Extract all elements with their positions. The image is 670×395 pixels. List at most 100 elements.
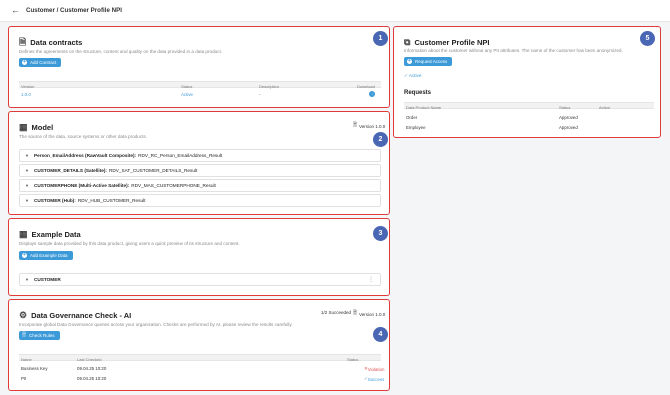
request-access-button[interactable]: + Request Access	[404, 57, 453, 66]
succeeded-label: 1/2 Succeeded	[321, 310, 352, 315]
rule-name: PII	[21, 375, 27, 381]
more-options-icon[interactable]: ⋮	[368, 276, 374, 283]
npi-card: 5 ⧉ Customer Profile NPI Information abo…	[393, 26, 661, 138]
contract-description: -	[259, 91, 261, 97]
grid-icon: ▦	[19, 229, 28, 239]
request-status: Approved	[559, 114, 578, 120]
check-rules-label: Check Rules	[29, 333, 55, 338]
governance-version: 🗎 Version 1.0.0	[353, 310, 385, 318]
model-item-value: RDV_SAT_CUSTOMER_DETAILS_Result	[108, 168, 198, 173]
export-icon: ⧉	[404, 37, 411, 47]
data-contracts-card: 1 🗎 Data contracts Defines the agreement…	[8, 26, 390, 108]
chevron-down-icon: ▼	[25, 183, 29, 188]
rule-last-checked: 09.04.25 10:20	[77, 365, 107, 371]
column-header-action: Action	[599, 104, 611, 110]
column-header-download: Download	[357, 83, 375, 89]
model-item-value: RDV_MAS_CUSTOMERPHONE_Result	[131, 183, 216, 188]
section-number-badge: 5	[640, 31, 655, 46]
back-arrow-icon[interactable]: ←	[11, 6, 20, 15]
add-example-data-label: Add Example Data	[30, 253, 68, 258]
example-data-title: ▦ Example Data	[19, 229, 81, 240]
chevron-down-icon: ▼	[25, 153, 29, 158]
top-bar: ← Customer / Customer Profile NPI	[0, 0, 670, 22]
table-row[interactable]: 1.0.0 Active - ↓	[19, 90, 381, 99]
chevron-down-icon: ▼	[25, 198, 29, 203]
model-item-value: RDV_HUB_CUSTOMER_Result	[77, 198, 146, 203]
governance-title: ⚙ Data Governance Check - AI	[19, 310, 132, 321]
add-example-data-button[interactable]: + Add Example Data	[19, 251, 73, 260]
request-name: Employee	[406, 124, 426, 130]
breadcrumb: Customer / Customer Profile NPI	[26, 7, 122, 14]
document-icon: 🗎	[19, 37, 27, 47]
column-header-status: Status	[347, 356, 359, 362]
table-row[interactable]: Order Approved	[404, 113, 654, 122]
model-title: ▦ Model	[19, 122, 54, 133]
chevron-down-icon: ▼	[25, 168, 29, 173]
data-contracts-heading: Data contracts	[30, 38, 83, 47]
version-icon: 🗎	[353, 310, 358, 316]
model-item[interactable]: ▼ CUSTOMER_DETAILS (Satellite): RDV_SAT_…	[19, 164, 381, 177]
section-number-badge: 2	[373, 132, 388, 147]
governance-description: Incorporate global Data Governance queri…	[19, 322, 293, 327]
example-data-heading: Example Data	[31, 230, 81, 239]
column-header-data-product-name: Data Product Name	[406, 104, 442, 110]
model-item-name: CUSTOMER (Hub):	[33, 198, 76, 203]
check-rules-icon: 🗎	[22, 331, 27, 338]
model-item[interactable]: ▼ Person_EmailAddress (RawVault Composit…	[19, 149, 381, 162]
column-header-version: Version	[21, 83, 35, 89]
example-data-description: Displays sample data provided by this da…	[19, 241, 240, 246]
add-contract-label: Add Contract	[30, 60, 57, 65]
section-number-badge: 1	[373, 31, 388, 46]
table-row[interactable]: Employee Approved	[404, 123, 654, 132]
npi-status: ✓ Active	[404, 73, 422, 78]
violation-status: ✕ Violation	[364, 365, 385, 373]
table-row[interactable]: PII 09.04.25 10:20 ✓ Success	[19, 374, 385, 383]
version-icon: 🗎	[353, 122, 358, 128]
column-header-status: Status	[559, 104, 571, 110]
ai-governance-icon: ⚙	[19, 310, 28, 320]
download-icon[interactable]: ↓	[369, 90, 375, 97]
model-card: 2 ▦ Model 🗎 Version 1.0.0 The source of …	[8, 111, 390, 215]
model-item[interactable]: ▼ CUSTOMERPHONE (Multi-Active Satellite)…	[19, 179, 381, 192]
example-data-item[interactable]: ▼ CUSTOMER ⋮	[19, 273, 381, 286]
request-status: Approved	[559, 124, 578, 130]
governance-card: 4 ⚙ Data Governance Check - AI 1/2 Succe…	[8, 299, 390, 391]
npi-status-label: Active	[408, 73, 422, 78]
column-header-status: Status	[181, 83, 193, 89]
data-contracts-title: 🗎 Data contracts	[19, 37, 83, 48]
request-access-label: Request Access	[415, 59, 448, 64]
model-description: The source of the data, source systems o…	[19, 134, 147, 139]
example-data-item-name: CUSTOMER	[33, 277, 61, 282]
add-contract-button[interactable]: + Add Contract	[19, 58, 62, 67]
plus-icon: +	[22, 59, 27, 65]
section-number-badge: 3	[373, 226, 388, 241]
requests-table-header: Data Product Name Status Action	[404, 102, 654, 110]
npi-description: Information about the customer without a…	[404, 48, 623, 53]
check-rules-button[interactable]: 🗎 Check Rules	[19, 331, 60, 340]
requests-title: Requests	[404, 90, 432, 96]
chevron-down-icon: ▼	[25, 277, 29, 282]
model-item-name: CUSTOMERPHONE (Multi-Active Satellite):	[33, 183, 130, 188]
column-header-description: Description	[259, 83, 280, 89]
model-item[interactable]: ▼ CUSTOMER (Hub): RDV_HUB_CUSTOMER_Resul…	[19, 194, 381, 207]
data-contracts-description: Defines the agreements on the structure,…	[19, 49, 223, 54]
governance-version-label: Version 1.0.0	[359, 311, 386, 317]
violation-label: Violation	[367, 367, 385, 372]
contract-version-link[interactable]: 1.0.0	[21, 92, 31, 97]
npi-title: ⧉ Customer Profile NPI	[404, 37, 489, 48]
column-header-last-checked: Last Checked	[77, 356, 102, 362]
contract-status: Active	[181, 91, 193, 97]
model-version-label: Version 1.0.0	[359, 123, 386, 129]
table-row[interactable]: Business Key 09.04.25 10:20 ✕ Violation	[19, 364, 385, 373]
rule-last-checked: 09.04.25 10:20	[77, 375, 107, 381]
governance-succeeded: 1/2 Succeeded	[321, 310, 351, 315]
model-item-name: CUSTOMER_DETAILS (Satellite):	[33, 168, 107, 173]
model-version: 🗎 Version 1.0.0	[353, 122, 385, 130]
governance-heading: Data Governance Check - AI	[31, 311, 132, 320]
example-data-card: 3 ▦ Example Data Displays sample data pr…	[8, 218, 390, 296]
success-status: ✓ Success	[364, 375, 385, 383]
table-icon: ▦	[19, 122, 28, 132]
model-heading: Model	[31, 123, 54, 132]
section-number-badge: 4	[373, 327, 388, 342]
model-item-name: Person_EmailAddress (RawVault Composite)…	[33, 153, 137, 158]
